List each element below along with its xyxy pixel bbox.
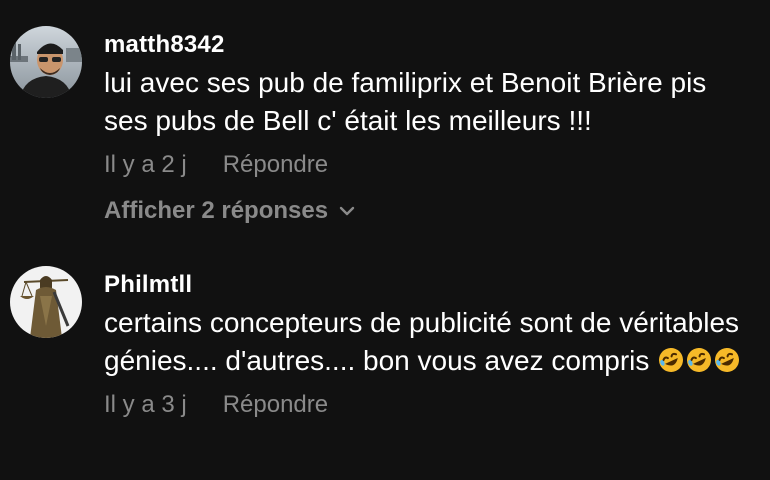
person-photo-icon (10, 26, 82, 98)
rolling-laughing-emoji-icon (659, 348, 684, 372)
emoji-group (649, 345, 741, 376)
view-replies-button[interactable]: Afficher 2 réponses (104, 196, 754, 226)
reply-button[interactable]: Répondre (223, 390, 328, 420)
comment-timestamp: Il y a 2 j (104, 151, 187, 178)
lady-justice-statue-icon (10, 266, 82, 338)
chevron-down-icon (339, 206, 355, 216)
comment-meta: Il y a 2 j Répondre (104, 150, 754, 180)
comment-text-body: certains concepteurs de publicité sont d… (104, 307, 740, 376)
rolling-laughing-emoji-icon (687, 348, 712, 372)
rolling-laughing-emoji-icon (715, 348, 740, 372)
comment-meta: Il y a 3 j Répondre (104, 390, 754, 420)
avatar[interactable] (10, 266, 82, 338)
comment-text: lui avec ses pub de familiprix et Benoit… (104, 67, 707, 136)
avatar[interactable] (10, 26, 82, 98)
reply-button[interactable]: Répondre (223, 150, 328, 180)
comment-text: certains concepteurs de publicité sont d… (104, 304, 754, 380)
comment-username[interactable]: matth8342 (104, 30, 754, 60)
comment-timestamp: Il y a 3 j (104, 391, 187, 418)
comment-username[interactable]: Philmtll (104, 270, 754, 300)
view-replies-label: Afficher 2 réponses (104, 197, 329, 224)
